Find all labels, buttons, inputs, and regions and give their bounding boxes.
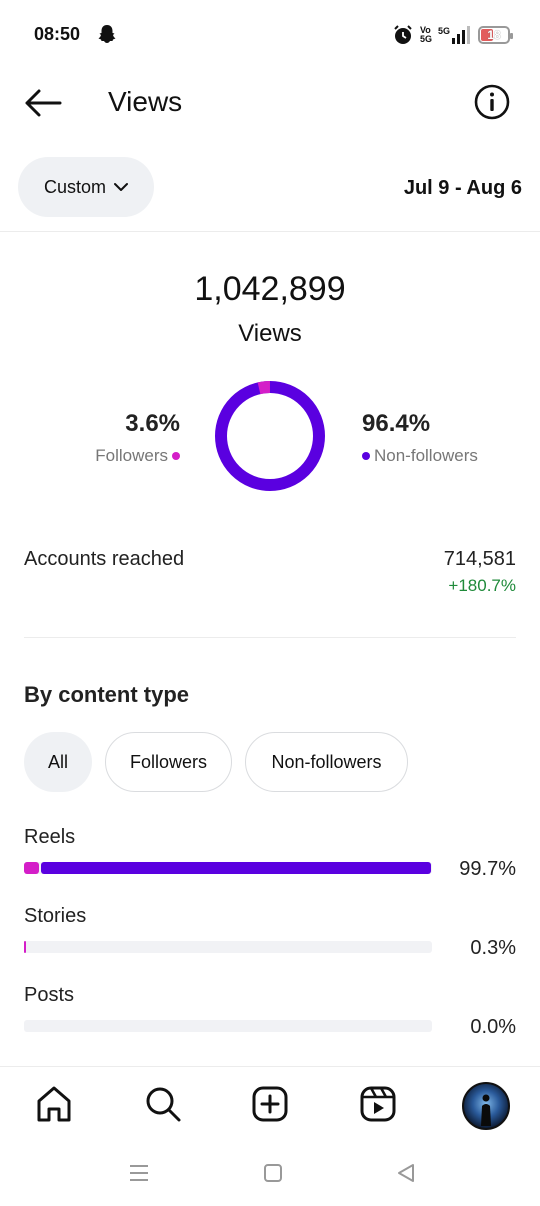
date-filter-row: Custom Jul 9 - Aug 6 — [0, 157, 540, 217]
page-header: Views — [0, 70, 540, 136]
period-dropdown-label: Custom — [43, 176, 106, 197]
total-views-count: 1,042,899 — [194, 270, 346, 308]
signal-strength-icon — [452, 26, 470, 44]
chip-nonfollowers-label: Non-followers — [271, 751, 382, 772]
battery-level: 18 — [487, 28, 501, 42]
views-donut-chart — [215, 381, 325, 491]
reels-percentage: 99.7% — [459, 858, 516, 880]
status-time: 08:50 — [34, 24, 81, 44]
followers-split: 3.6% Followers — [60, 410, 180, 466]
reels-icon[interactable] — [358, 1084, 398, 1124]
avatar-silhouette-icon — [481, 1094, 491, 1126]
search-icon[interactable] — [143, 1084, 183, 1124]
divider — [24, 637, 516, 638]
back-triangle-icon[interactable] — [395, 1162, 417, 1184]
home-square-icon[interactable] — [262, 1162, 284, 1184]
divider — [0, 231, 540, 232]
followers-percentage: 3.6% — [125, 410, 180, 437]
chip-followers-label: Followers — [129, 751, 208, 772]
content-type-title: By content type — [24, 682, 190, 707]
divider — [0, 1066, 540, 1067]
system-nav-bar — [0, 1150, 540, 1206]
accounts-reached-change: +180.7% — [448, 576, 516, 595]
snapchat-ghost-icon — [98, 25, 116, 43]
nonfollowers-legend-dot — [362, 452, 370, 460]
network-type-label: 5G — [419, 34, 432, 44]
chip-nonfollowers[interactable]: Non-followers — [245, 732, 408, 792]
reels-bar-followers — [24, 862, 39, 874]
status-icons: Vo 5G 5G 18 — [392, 22, 513, 48]
followers-legend-dot — [172, 452, 180, 460]
stories-bar-followers — [24, 941, 26, 953]
accounts-reached-label: Accounts reached — [24, 548, 185, 570]
status-bar: 08:50 Vo 5G 5G 18 — [0, 0, 540, 70]
chip-all-label: All — [47, 751, 68, 772]
donut-nonfollowers-segment — [215, 381, 325, 491]
nonfollowers-label: Non-followers — [374, 446, 478, 465]
home-icon[interactable] — [34, 1084, 74, 1124]
reels-label: Reels — [24, 826, 76, 848]
posts-bar — [24, 1020, 432, 1032]
nonfollowers-split: 96.4% Non-followers — [362, 410, 522, 466]
stories-percentage: 0.3% — [470, 937, 516, 959]
battery-icon: 18 — [478, 26, 513, 44]
page-title: Views — [108, 86, 183, 117]
reels-bar-nonfollowers — [40, 862, 431, 874]
chevron-down-icon — [114, 183, 128, 191]
profile-avatar[interactable] — [462, 1082, 510, 1130]
posts-label: Posts — [24, 984, 75, 1006]
recent-apps-icon[interactable] — [128, 1162, 150, 1184]
info-icon[interactable] — [474, 84, 510, 120]
date-range: Jul 9 - Aug 6 — [403, 177, 522, 199]
arrow-left-icon[interactable] — [24, 88, 62, 118]
reels-bar — [24, 862, 432, 874]
followers-label: Followers — [95, 446, 168, 465]
chip-all[interactable]: All — [24, 732, 92, 792]
bottom-nav — [0, 1068, 540, 1144]
stories-label: Stories — [24, 905, 87, 927]
views-label: Views — [238, 320, 302, 347]
chip-followers[interactable]: Followers — [105, 732, 232, 792]
data-type-label: 5G — [437, 26, 450, 36]
alarm-icon — [394, 25, 412, 44]
stories-bar — [24, 941, 432, 953]
accounts-reached-value: 714,581 — [443, 548, 516, 570]
posts-percentage: 0.0% — [470, 1016, 516, 1038]
donut-followers-segment — [215, 381, 325, 491]
create-post-icon[interactable] — [250, 1084, 290, 1124]
period-dropdown-button[interactable]: Custom — [18, 157, 154, 217]
nonfollowers-percentage: 96.4% — [362, 410, 431, 437]
